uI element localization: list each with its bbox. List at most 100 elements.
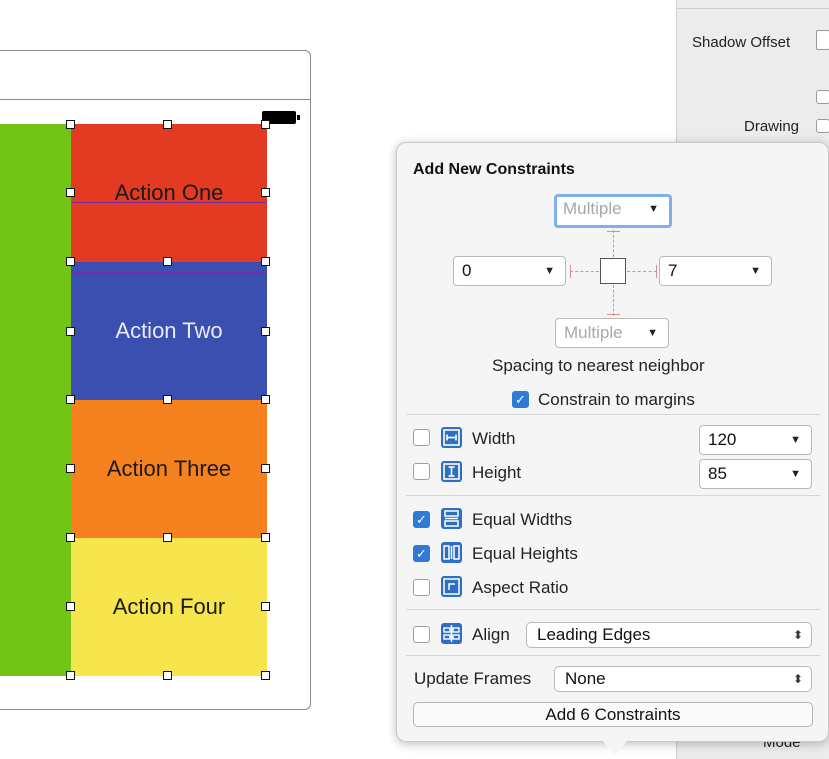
constrain-to-margins-checkbox[interactable]: ✓ <box>512 391 529 408</box>
resize-handle[interactable] <box>261 188 270 197</box>
add-constraints-button[interactable]: Add 6 Constraints <box>413 702 813 727</box>
popover-title: Add New Constraints <box>413 161 575 178</box>
width-checkbox[interactable] <box>413 429 430 446</box>
resize-handle[interactable] <box>261 257 270 266</box>
action-one-view[interactable]: Action One <box>71 124 267 262</box>
resize-handle[interactable] <box>66 533 75 542</box>
action-three-view[interactable]: Action Three <box>71 400 267 538</box>
align-label: Align <box>472 625 510 644</box>
resize-handle[interactable] <box>163 257 172 266</box>
resize-handle[interactable] <box>66 464 75 473</box>
constraint-guide-line <box>72 272 266 273</box>
align-value: Leading Edges <box>537 625 651 644</box>
aspect-ratio-icon <box>441 576 462 597</box>
resize-handle[interactable] <box>261 120 270 129</box>
bottom-spacing-value: Multiple <box>564 323 623 342</box>
equal-heights-icon <box>441 542 462 563</box>
resize-handle[interactable] <box>163 671 172 680</box>
resize-handle[interactable] <box>66 602 75 611</box>
shadow-offset-label: Shadow Offset <box>692 34 791 51</box>
top-strut[interactable] <box>613 230 614 257</box>
resize-handle[interactable] <box>261 395 270 404</box>
chevron-down-icon: ▼ <box>648 203 659 215</box>
resize-handle[interactable] <box>66 671 75 680</box>
width-value-dropdown[interactable]: 120 ▼ <box>699 425 812 455</box>
equal-widths-icon <box>441 508 462 529</box>
equal-widths-label: Equal Widths <box>472 510 573 529</box>
resize-handle[interactable] <box>163 120 172 129</box>
width-value: 120 <box>708 430 737 449</box>
chevron-down-icon: ▼ <box>790 468 801 480</box>
section-divider <box>406 495 820 496</box>
leading-spacing-dropdown[interactable]: 0 ▼ <box>453 256 566 286</box>
bottom-spacing-dropdown[interactable]: Multiple ▼ <box>555 318 669 348</box>
chevron-down-icon: ▼ <box>790 434 801 446</box>
constrain-to-margins-label: Constrain to margins <box>538 390 695 409</box>
resize-handle[interactable] <box>163 395 172 404</box>
resize-handle[interactable] <box>261 464 270 473</box>
leading-spacing-value: 0 <box>462 261 472 280</box>
updown-chevron-icon: ⬍ <box>792 672 803 686</box>
resize-handle[interactable] <box>261 671 270 680</box>
chevron-down-icon: ▼ <box>647 327 658 339</box>
update-frames-popup[interactable]: None ⬍ <box>554 666 812 692</box>
resize-handle[interactable] <box>163 533 172 542</box>
strut-cap <box>607 231 620 232</box>
equal-heights-checkbox[interactable]: ✓ <box>413 545 430 562</box>
resize-handle[interactable] <box>66 257 75 266</box>
popover-arrow <box>603 741 627 755</box>
section-divider <box>406 414 820 415</box>
align-popup[interactable]: Leading Edges ⬍ <box>526 622 812 648</box>
height-checkbox[interactable] <box>413 463 430 480</box>
height-icon <box>441 461 462 482</box>
trailing-strut[interactable] <box>627 271 657 272</box>
top-spacing-value: Multiple <box>563 199 622 218</box>
action-four-view[interactable]: Action Four <box>71 538 267 676</box>
trailing-spacing-dropdown[interactable]: 7 ▼ <box>659 256 772 286</box>
chevron-down-icon: ▼ <box>544 265 555 277</box>
scene-header-divider <box>0 99 311 100</box>
bottom-strut[interactable] <box>613 285 614 316</box>
selected-view-placeholder <box>600 258 626 284</box>
resize-handle[interactable] <box>66 327 75 336</box>
width-label: Width <box>472 429 516 448</box>
section-divider <box>406 609 820 610</box>
shadow-offset-field[interactable] <box>816 30 829 50</box>
section-divider <box>406 655 820 656</box>
resize-handle[interactable] <box>66 120 75 129</box>
action-two-label: Action Two <box>115 318 223 343</box>
trailing-spacing-value: 7 <box>668 261 678 280</box>
top-spacing-dropdown[interactable]: Multiple ▼ <box>554 194 672 228</box>
constraint-guide-line <box>72 202 266 203</box>
aspect-ratio-label: Aspect Ratio <box>472 578 569 597</box>
strut-cap <box>607 314 620 315</box>
resize-handle[interactable] <box>261 533 270 542</box>
green-view[interactable] <box>0 124 72 676</box>
equal-heights-label: Equal Heights <box>472 544 578 563</box>
action-four-label: Action Four <box>112 594 226 619</box>
updown-chevron-icon: ⬍ <box>792 628 803 642</box>
strut-cap <box>656 265 657 278</box>
inspector-checkbox[interactable] <box>816 90 829 104</box>
update-frames-value: None <box>565 669 606 688</box>
resize-handle[interactable] <box>261 602 270 611</box>
leading-strut[interactable] <box>570 271 599 272</box>
update-frames-label: Update Frames <box>414 669 532 688</box>
height-label: Height <box>472 463 522 482</box>
align-icon <box>441 623 462 644</box>
spacing-caption: Spacing to nearest neighbor <box>492 356 705 375</box>
inspector-divider <box>676 8 829 9</box>
height-value: 85 <box>708 464 727 483</box>
align-checkbox[interactable] <box>413 626 430 643</box>
aspect-ratio-checkbox[interactable] <box>413 579 430 596</box>
height-value-dropdown[interactable]: 85 ▼ <box>699 459 812 489</box>
resize-handle[interactable] <box>261 327 270 336</box>
drawing-label: Drawing <box>744 118 800 135</box>
resize-handle[interactable] <box>66 188 75 197</box>
action-two-view[interactable]: Action Two <box>71 262 267 400</box>
resize-handle[interactable] <box>66 395 75 404</box>
width-icon <box>441 427 462 448</box>
chevron-down-icon: ▼ <box>750 265 761 277</box>
drawing-checkbox[interactable] <box>816 119 829 133</box>
equal-widths-checkbox[interactable]: ✓ <box>413 511 430 528</box>
